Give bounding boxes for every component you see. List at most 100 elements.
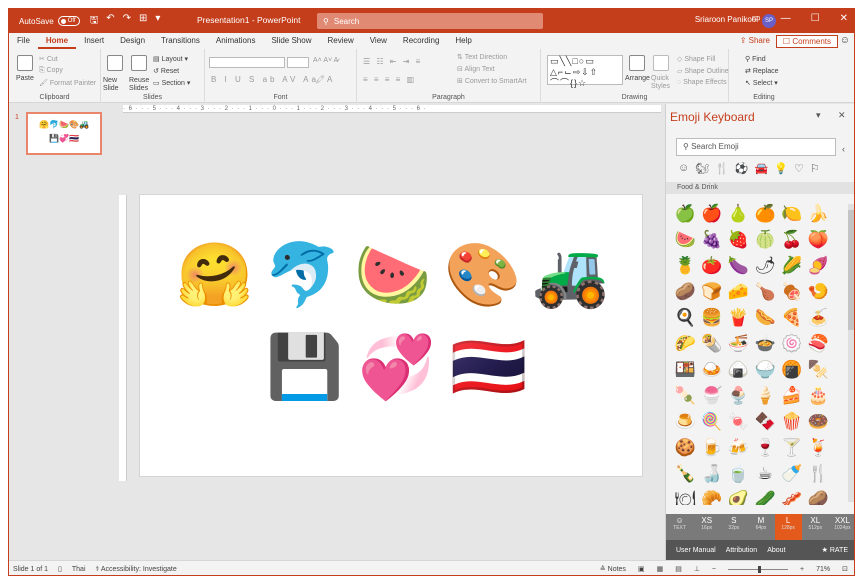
- comments-button[interactable]: ☐ Comments: [775, 35, 838, 48]
- emoji-tile[interactable]: 🍛: [699, 357, 726, 383]
- emoji-tile[interactable]: 🍖: [778, 279, 805, 305]
- revolving-hearts-emoji[interactable]: 💞: [358, 337, 435, 399]
- emoji-tile[interactable]: 🍓: [725, 227, 752, 253]
- emoji-tile[interactable]: 🥓: [778, 487, 805, 505]
- font-size-buttons[interactable]: A˄ A˅ A̷: [313, 57, 338, 64]
- tab-home[interactable]: Home: [37, 33, 77, 49]
- find-button[interactable]: ⚲ Find: [745, 55, 766, 63]
- emoji-tile[interactable]: 🍬: [725, 409, 752, 435]
- emoji-tile[interactable]: 🍽: [672, 487, 699, 505]
- convert-smartart-button[interactable]: ⊞ Convert to SmartArt: [457, 77, 527, 85]
- emoji-tile[interactable]: 🍭: [699, 409, 726, 435]
- ribbon-display-icon[interactable]: ▭: [751, 13, 760, 24]
- arrange-button[interactable]: Arrange: [625, 75, 650, 82]
- accessibility-status[interactable]: ⚕ Accessibility: Investigate: [96, 565, 177, 573]
- about-link[interactable]: About: [767, 547, 785, 554]
- language-label[interactable]: Thai: [72, 566, 86, 573]
- emoji-tile[interactable]: 🍠: [805, 253, 832, 279]
- size-option-xl[interactable]: XL 512px: [802, 514, 829, 540]
- size-option-xxl[interactable]: XXL 1024px: [829, 514, 854, 540]
- reading-view-icon[interactable]: ▤: [675, 565, 682, 573]
- paste-icon[interactable]: [17, 55, 33, 71]
- emoji-tile[interactable]: 🍴: [805, 461, 832, 487]
- align-text-button[interactable]: ⊟ Align Text: [457, 65, 495, 73]
- emoji-tile[interactable]: 🍰: [778, 383, 805, 409]
- artist-palette-emoji[interactable]: 🎨: [444, 245, 521, 307]
- reuse-slides-icon[interactable]: [131, 55, 147, 71]
- emoji-tile[interactable]: 🍢: [805, 357, 832, 383]
- emoji-tile[interactable]: 🍏: [672, 201, 699, 227]
- emoji-tile[interactable]: 🍊: [752, 201, 779, 227]
- reset-button[interactable]: ↺ Reset: [153, 67, 179, 75]
- paste-button[interactable]: Paste: [16, 75, 34, 82]
- tab-recording[interactable]: Recording: [395, 33, 447, 49]
- spelling-icon[interactable]: ▯: [58, 565, 62, 573]
- tab-view[interactable]: View: [362, 33, 395, 49]
- notes-button[interactable]: ≙ Notes: [600, 565, 626, 573]
- emoji-tile[interactable]: 🍣: [805, 331, 832, 357]
- format-painter-button[interactable]: 🖌 Format Painter: [39, 79, 96, 87]
- font-color-buttons[interactable]: 🖍 A: [315, 75, 332, 84]
- emoji-tile[interactable]: 🍜: [725, 331, 752, 357]
- alignment-buttons[interactable]: ≡ ≡ ≡ ≡ ▥: [363, 75, 416, 84]
- emoji-tile[interactable]: 🍒: [778, 227, 805, 253]
- text-size-option[interactable]: ☺ TEXT: [666, 514, 693, 540]
- replace-button[interactable]: ⇄ Replace: [745, 67, 779, 75]
- shapes-gallery[interactable]: ▭╲╲□○▭ △⌐⌙⇨⇩⇧ ⌒⌒{}☆: [547, 55, 623, 88]
- redo-icon[interactable]: ↷: [123, 13, 131, 30]
- emoji-tile[interactable]: 🍳: [672, 305, 699, 331]
- tab-file[interactable]: File: [9, 33, 38, 49]
- emoji-category-icon[interactable]: ⚽: [735, 162, 749, 175]
- emoji-tile[interactable]: 🍮: [672, 409, 699, 435]
- emoji-tile[interactable]: 🍔: [699, 305, 726, 331]
- user-name[interactable]: Sriaroon Panikool: [695, 15, 758, 24]
- emoji-tile[interactable]: 🍞: [699, 279, 726, 305]
- emoji-tile[interactable]: 🍾: [672, 461, 699, 487]
- scrollbar-thumb[interactable]: [848, 210, 854, 330]
- emoji-tile[interactable]: 🍙: [725, 357, 752, 383]
- tab-slide-show[interactable]: Slide Show: [263, 33, 319, 49]
- emoji-tile[interactable]: 🍿: [778, 409, 805, 435]
- user-manual-link[interactable]: User Manual: [676, 547, 716, 554]
- size-option-m[interactable]: M 64px: [747, 514, 774, 540]
- emoji-tile[interactable]: 🍦: [752, 383, 779, 409]
- emoji-category-icon[interactable]: 🚘: [755, 162, 769, 175]
- watermelon-emoji[interactable]: 🍉: [354, 245, 431, 307]
- emoji-tile[interactable]: 🍡: [672, 383, 699, 409]
- emoji-tile[interactable]: 🍵: [725, 461, 752, 487]
- emoji-tile[interactable]: 🎂: [805, 383, 832, 409]
- emoji-tile[interactable]: 🍫: [752, 409, 779, 435]
- zoom-slider-thumb[interactable]: [758, 565, 762, 573]
- shape-fill-button[interactable]: ◇ Shape Fill: [677, 55, 715, 63]
- emoji-tile[interactable]: 🌯: [699, 331, 726, 357]
- emoji-tile[interactable]: 🥒: [752, 487, 779, 505]
- emoji-tile[interactable]: 🍺: [699, 435, 726, 461]
- rate-button[interactable]: ★ RATE: [822, 546, 848, 554]
- copy-button[interactable]: ⎘ Copy: [39, 67, 63, 75]
- list-buttons[interactable]: ☰ ☷ ⇤ ⇥ ≡: [363, 57, 422, 66]
- close-icon[interactable]: ✕: [840, 13, 848, 24]
- tab-review[interactable]: Review: [319, 33, 361, 49]
- emoji-tile[interactable]: 🍩: [805, 409, 832, 435]
- zoom-level[interactable]: 71%: [816, 566, 830, 573]
- quick-styles-icon[interactable]: [653, 55, 669, 71]
- emoji-tile[interactable]: 🥑: [725, 487, 752, 505]
- emoji-tile[interactable]: 🍹: [805, 435, 832, 461]
- emoji-tile[interactable]: 🍑: [805, 227, 832, 253]
- size-option-l[interactable]: L 128px: [774, 514, 802, 540]
- zoom-slider[interactable]: [728, 565, 789, 573]
- emoji-tile[interactable]: 🍐: [725, 201, 752, 227]
- size-option-xs[interactable]: XS 16px: [693, 514, 720, 540]
- feedback-icon[interactable]: ☺: [840, 35, 850, 46]
- emoji-tile[interactable]: 🍝: [805, 305, 832, 331]
- emoji-tile[interactable]: 🥐: [699, 487, 726, 505]
- present-icon[interactable]: ⊞: [139, 13, 147, 30]
- emoji-tile[interactable]: 🍸: [778, 435, 805, 461]
- tab-insert[interactable]: Insert: [76, 33, 112, 49]
- tractor-emoji[interactable]: 🚜: [532, 245, 609, 307]
- emoji-scrollbar[interactable]: [848, 204, 854, 502]
- emoji-tile[interactable]: 🍥: [778, 331, 805, 357]
- emoji-tile[interactable]: 🍶: [699, 461, 726, 487]
- emoji-tile[interactable]: 🍇: [699, 227, 726, 253]
- tab-transitions[interactable]: Transitions: [153, 33, 208, 49]
